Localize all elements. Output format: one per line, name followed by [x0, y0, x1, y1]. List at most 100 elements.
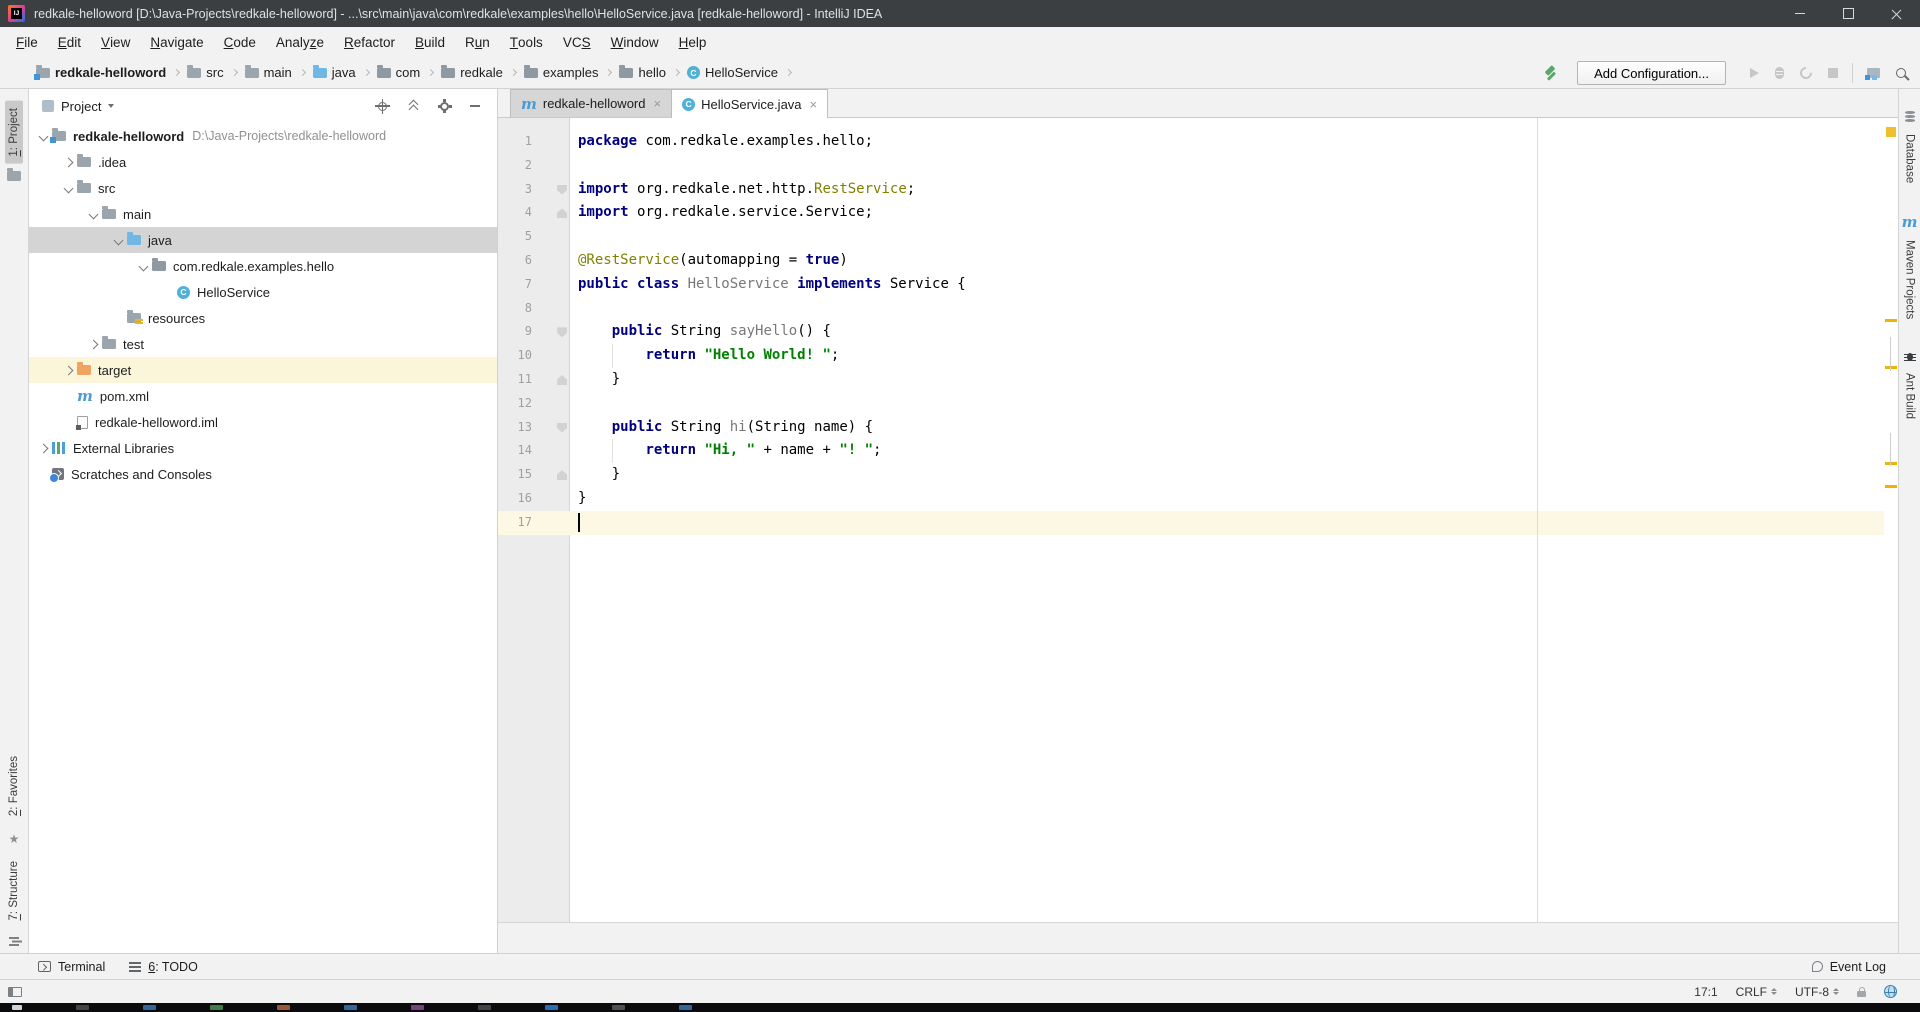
- encoding-widget[interactable]: UTF-8: [1786, 985, 1848, 999]
- menu-code[interactable]: Code: [214, 27, 266, 57]
- menu-window[interactable]: Window: [601, 27, 669, 57]
- chevron-down-icon[interactable]: [39, 131, 49, 141]
- menu-tools[interactable]: Tools: [500, 27, 553, 57]
- debug-icon[interactable]: [1775, 67, 1784, 79]
- structure-icon[interactable]: [9, 936, 19, 947]
- code-line-2[interactable]: [570, 154, 1884, 178]
- toggle-toolwindow-bars-icon[interactable]: [8, 987, 22, 997]
- tool-button-ant-build[interactable]: Ant Build: [1904, 367, 1916, 425]
- hide-panel-icon[interactable]: [470, 105, 480, 107]
- code-editor[interactable]: 1234567891011121314151617 package com.re…: [498, 118, 1898, 922]
- build-hammer-icon[interactable]: [1543, 65, 1559, 81]
- stop-icon[interactable]: [1828, 68, 1838, 78]
- warning-mark[interactable]: [1885, 462, 1897, 465]
- tree-item-redkale-helloword-iml[interactable]: redkale-helloword.iml: [29, 409, 497, 435]
- line-separator-widget[interactable]: CRLF: [1727, 985, 1786, 999]
- tree-item-src[interactable]: src: [29, 175, 497, 201]
- search-everywhere-icon[interactable]: [1896, 68, 1906, 78]
- maximize-button[interactable]: [1824, 0, 1872, 27]
- minimize-button[interactable]: [1776, 0, 1824, 27]
- code-line-10[interactable]: return "Hello World! ";: [570, 344, 1884, 368]
- title-bar[interactable]: redkale-helloword [D:\Java-Projects\redk…: [0, 0, 1920, 27]
- breadcrumb-item-examples[interactable]: examples: [522, 65, 601, 80]
- fold-up-icon[interactable]: [557, 470, 567, 480]
- editor-tab-redkale-helloword[interactable]: redkale-helloword×: [510, 89, 672, 117]
- menu-vcs[interactable]: VCS: [553, 27, 601, 57]
- breadcrumb-item-hello[interactable]: hello: [617, 65, 667, 80]
- tool-button-2-favorites[interactable]: 2: Favorites: [5, 749, 23, 823]
- tree-item-target[interactable]: target: [29, 357, 497, 383]
- chevron-right-icon[interactable]: [64, 365, 74, 375]
- tab-close-icon[interactable]: ×: [652, 97, 664, 110]
- gear-icon[interactable]: [440, 102, 449, 111]
- code-line-14[interactable]: return "Hi, " + name + "! ";: [570, 439, 1884, 463]
- code-line-5[interactable]: [570, 225, 1884, 249]
- editor-tab-helloservice-java[interactable]: HelloService.java×: [671, 89, 828, 118]
- warning-mark[interactable]: [1885, 319, 1897, 322]
- fold-down-icon[interactable]: [557, 185, 567, 195]
- maven-icon[interactable]: [1902, 215, 1918, 229]
- menu-analyze[interactable]: Analyze: [266, 27, 334, 57]
- tree-item-main[interactable]: main: [29, 201, 497, 227]
- tool-button-1-project[interactable]: 1: Project: [5, 101, 23, 164]
- error-stripe-scrollbar[interactable]: [1884, 118, 1898, 922]
- readonly-lock-icon[interactable]: [1857, 991, 1866, 997]
- menu-view[interactable]: View: [91, 27, 140, 57]
- tree-item-com-redkale-examples-hello[interactable]: com.redkale.examples.hello: [29, 253, 497, 279]
- tree-item-idea[interactable]: .idea: [29, 149, 497, 175]
- run-with-coverage-icon[interactable]: [1798, 65, 1815, 82]
- project-panel-title[interactable]: Project: [61, 99, 101, 114]
- tab-close-icon[interactable]: ×: [808, 98, 820, 111]
- breadcrumb-item-helloservice[interactable]: HelloService: [685, 65, 780, 80]
- breadcrumb-item-src[interactable]: src: [185, 65, 225, 80]
- fold-up-icon[interactable]: [557, 375, 567, 385]
- fold-up-icon[interactable]: [557, 208, 567, 218]
- chevron-down-icon[interactable]: [89, 209, 99, 219]
- menu-help[interactable]: Help: [669, 27, 717, 57]
- menu-navigate[interactable]: Navigate: [140, 27, 213, 57]
- menu-file[interactable]: File: [6, 27, 48, 57]
- breadcrumb-item-redkale[interactable]: redkale: [439, 65, 505, 80]
- code-line-13[interactable]: public String hi(String name) {: [570, 416, 1884, 440]
- tree-item-external-libraries[interactable]: External Libraries: [29, 435, 497, 461]
- code-line-15[interactable]: }: [570, 463, 1884, 487]
- database-icon[interactable]: [1905, 111, 1915, 123]
- warning-mark[interactable]: [1885, 485, 1897, 488]
- tree-item-java[interactable]: java: [29, 227, 497, 253]
- chevron-down-icon[interactable]: [64, 183, 74, 193]
- fold-down-icon[interactable]: [557, 423, 567, 433]
- tree-item-helloservice[interactable]: HelloService: [29, 279, 497, 305]
- warning-status-square[interactable]: [1886, 127, 1896, 137]
- code-line-1[interactable]: package com.redkale.examples.hello;: [570, 130, 1884, 154]
- chevron-down-icon[interactable]: [114, 235, 124, 245]
- tree-item-scratches-and-consoles[interactable]: Scratches and Consoles: [29, 461, 497, 487]
- tree-item-pom-xml[interactable]: pom.xml: [29, 383, 497, 409]
- close-button[interactable]: [1872, 0, 1920, 27]
- code-line-3[interactable]: import org.redkale.net.http.RestService;: [570, 178, 1884, 202]
- chevron-right-icon[interactable]: [64, 157, 74, 167]
- warning-mark[interactable]: [1885, 366, 1897, 369]
- tool-button-7-structure[interactable]: 7: Structure: [5, 854, 23, 927]
- tree-item-redkale-helloword[interactable]: redkale-hellowordD:\Java-Projects\redkal…: [29, 123, 497, 149]
- code-line-9[interactable]: public String sayHello() {: [570, 320, 1884, 344]
- chevron-down-icon[interactable]: [139, 261, 149, 271]
- code-line-8[interactable]: [570, 297, 1884, 321]
- code-line-6[interactable]: @RestService(automapping = true): [570, 249, 1884, 273]
- breadcrumb-item-redkale-helloword[interactable]: redkale-helloword: [34, 65, 168, 80]
- run-icon[interactable]: [1750, 68, 1759, 78]
- breadcrumb-item-java[interactable]: java: [311, 65, 358, 80]
- code-line-16[interactable]: }: [570, 487, 1884, 511]
- menu-edit[interactable]: Edit: [48, 27, 91, 57]
- code-line-12[interactable]: [570, 392, 1884, 416]
- ant-icon[interactable]: [1904, 352, 1916, 362]
- tool-button-database[interactable]: Database: [1904, 128, 1916, 189]
- collapse-all-icon[interactable]: [408, 100, 419, 112]
- chevron-down-icon[interactable]: [108, 104, 114, 108]
- locate-icon[interactable]: [378, 102, 387, 111]
- chevron-right-icon[interactable]: [39, 443, 49, 453]
- menu-run[interactable]: Run: [455, 27, 500, 57]
- star-icon[interactable]: ★: [9, 833, 20, 845]
- menu-build[interactable]: Build: [405, 27, 455, 57]
- tool-button-terminal[interactable]: Terminal: [26, 960, 117, 974]
- tool-button-maven-projects[interactable]: Maven Projects: [1904, 234, 1916, 325]
